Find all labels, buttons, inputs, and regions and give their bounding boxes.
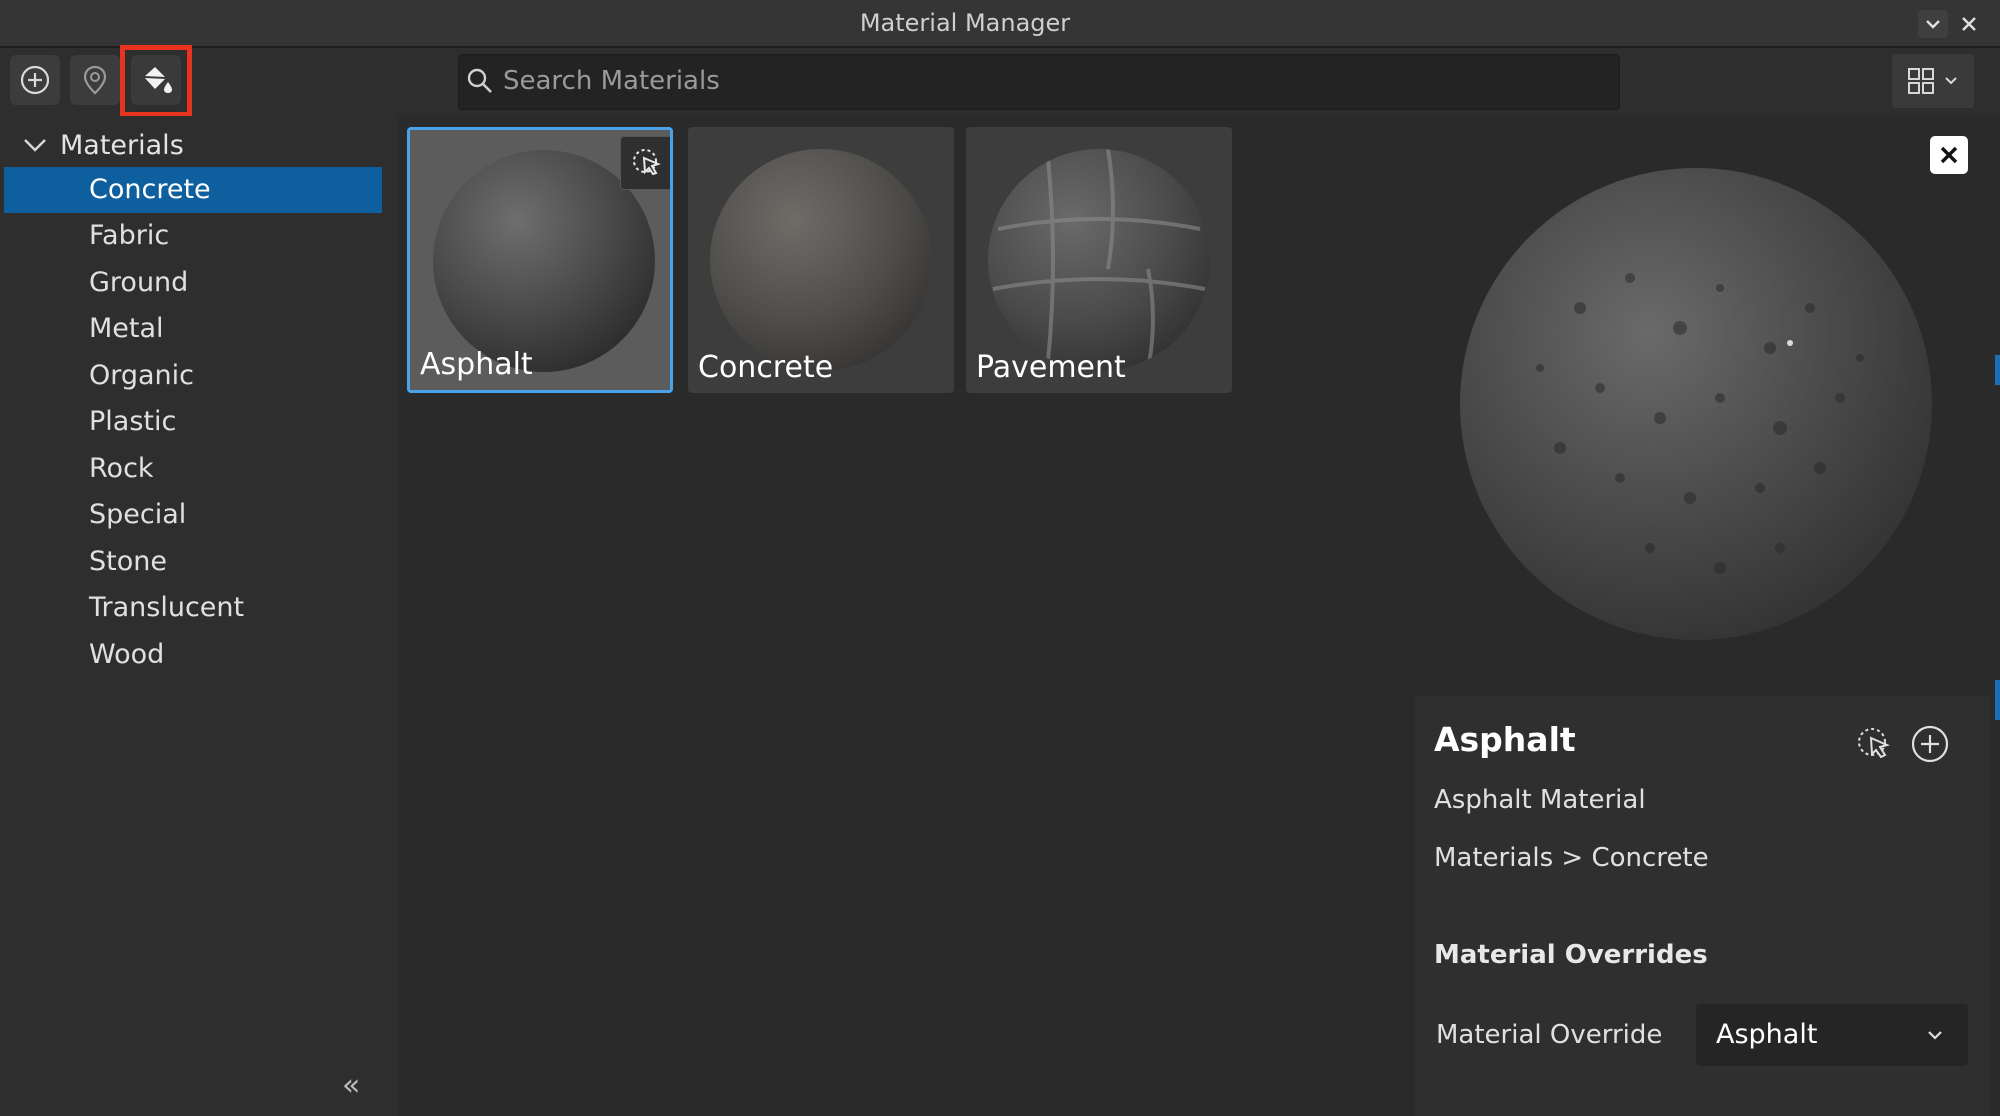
apply-to-selection-button[interactable]: [1850, 720, 1898, 768]
tile-label: Asphalt: [420, 347, 533, 382]
material-title: Asphalt: [1434, 720, 1576, 759]
material-sphere-image: [710, 149, 932, 371]
select-cursor-icon: [633, 149, 661, 176]
material-override-value: Asphalt: [1716, 1019, 1818, 1050]
chevron-down-icon: [1945, 77, 1957, 85]
close-icon: [1940, 146, 1958, 164]
chevron-down-icon: [24, 139, 46, 152]
sidebar-item-translucent[interactable]: Translucent: [4, 585, 382, 631]
apply-to-selection-button[interactable]: [620, 136, 670, 190]
close-window-button[interactable]: [1954, 10, 1984, 38]
edge-strip: [1995, 355, 2000, 385]
close-preview-button[interactable]: [1930, 136, 1968, 174]
material-tile-concrete[interactable]: Concrete: [688, 127, 954, 393]
material-tile-pavement[interactable]: Pavement: [966, 127, 1232, 393]
material-tile-asphalt[interactable]: Asphalt: [407, 127, 673, 393]
create-material-button[interactable]: [10, 55, 60, 105]
grid-view-icon: [1908, 68, 1934, 94]
sidebar-item-plastic[interactable]: Plastic: [4, 399, 382, 445]
material-description: Asphalt Material: [1434, 785, 1646, 815]
asphalt-texture: [1536, 273, 1864, 574]
material-path: Materials > Concrete: [1434, 843, 1709, 873]
tree-root-label: Materials: [60, 129, 184, 161]
create-variant-button[interactable]: [1906, 720, 1954, 768]
sidebar-item-organic[interactable]: Organic: [4, 353, 382, 399]
sidebar-item-special[interactable]: Special: [4, 492, 382, 538]
sidebar-item-metal[interactable]: Metal: [4, 306, 382, 352]
chevron-down-icon: [1926, 20, 1940, 29]
plus-circle-icon: [1911, 725, 1949, 763]
tile-label: Concrete: [698, 350, 834, 385]
highlight-box: [120, 45, 192, 117]
location-pin-icon: [83, 65, 107, 95]
sidebar-item-stone[interactable]: Stone: [4, 539, 382, 585]
show-in-explorer-button[interactable]: [70, 55, 120, 105]
plus-circle-icon: [20, 65, 50, 95]
pavement-pattern: [992, 149, 1206, 370]
minimize-button[interactable]: [1918, 10, 1948, 38]
tile-label: Pavement: [976, 350, 1126, 385]
search-placeholder: Search Materials: [503, 66, 720, 96]
tree-root-materials[interactable]: Materials: [22, 124, 184, 166]
close-icon: [1962, 17, 1976, 31]
material-override-label: Material Override: [1436, 1020, 1663, 1050]
edge-strip: [1995, 680, 2000, 720]
material-preview-sphere: [1460, 168, 1932, 640]
material-sphere-image: [988, 149, 1210, 371]
sidebar-item-concrete[interactable]: Concrete: [4, 167, 382, 213]
search-icon: [467, 68, 492, 93]
window-title: Material Manager: [859, 9, 1071, 37]
sidebar-item-wood[interactable]: Wood: [4, 632, 382, 678]
sidebar-item-ground[interactable]: Ground: [4, 260, 382, 306]
sidebar-item-rock[interactable]: Rock: [4, 446, 382, 492]
overrides-section-title: Material Overrides: [1434, 940, 1708, 970]
collapse-sidebar-button[interactable]: «: [342, 1068, 360, 1103]
select-cursor-icon: [1858, 728, 1890, 759]
chevron-down-icon: [1928, 1031, 1942, 1040]
sidebar-item-fabric[interactable]: Fabric: [4, 213, 382, 259]
view-toggle-button[interactable]: [1892, 54, 1974, 108]
